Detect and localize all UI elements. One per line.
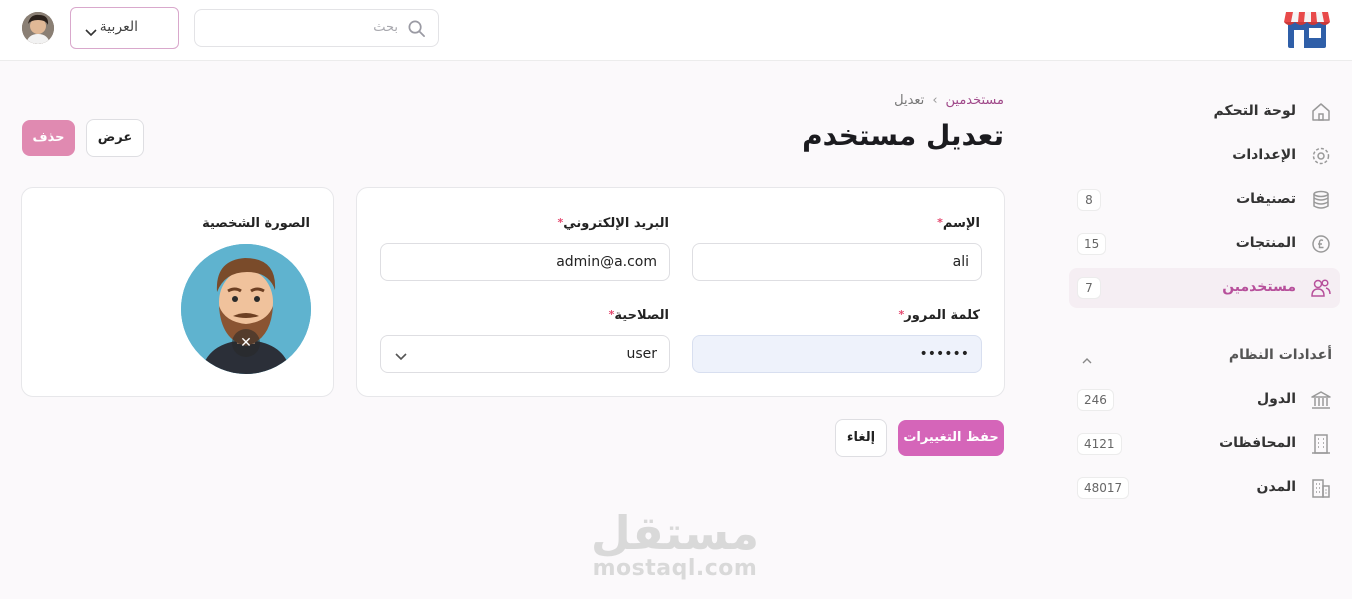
home-icon bbox=[1310, 101, 1332, 123]
sidebar-item-users[interactable]: مستخدمين 7 bbox=[1069, 268, 1340, 308]
sidebar-item-cities[interactable]: المدن 48017 bbox=[1069, 468, 1340, 508]
sidebar-item-label: الدول bbox=[1257, 391, 1296, 407]
sidebar-item-dashboard[interactable]: لوحة التحكم bbox=[1069, 92, 1340, 132]
page-title: تعديل مستخدم bbox=[802, 119, 1004, 152]
gear-icon bbox=[1310, 145, 1332, 167]
name-field[interactable]: ali bbox=[692, 243, 982, 281]
sidebar-item-label: الإعدادات bbox=[1232, 147, 1296, 163]
view-button[interactable]: عرض bbox=[86, 119, 144, 157]
name-label: الإسم* bbox=[937, 216, 980, 231]
sidebar-item-settings[interactable]: الإعدادات bbox=[1069, 136, 1340, 176]
sidebar-item-countries[interactable]: الدول 246 bbox=[1069, 380, 1340, 420]
chevron-up-icon[interactable] bbox=[1081, 351, 1093, 364]
chevron-left-icon: › bbox=[932, 93, 938, 108]
watermark-latin: mostaql.com bbox=[592, 556, 758, 581]
count-badge: 246 bbox=[1077, 389, 1114, 411]
name-value: ali bbox=[952, 254, 969, 270]
cancel-button[interactable]: إلغاء bbox=[835, 419, 887, 457]
search-placeholder: بحث bbox=[373, 20, 398, 35]
top-bar: بحث العربية bbox=[0, 0, 1352, 61]
sidebar-item-label: مستخدمين bbox=[1222, 279, 1296, 295]
password-value: •••••• bbox=[919, 346, 969, 362]
sidebar-item-label: المنتجات bbox=[1235, 235, 1296, 251]
sidebar-item-governorates[interactable]: المحافظات 4121 bbox=[1069, 424, 1340, 464]
chevron-down-icon bbox=[85, 23, 97, 37]
search-input[interactable]: بحث bbox=[194, 9, 439, 47]
profile-photo-label: الصورة الشخصية bbox=[202, 216, 310, 231]
language-label: العربية bbox=[99, 19, 138, 35]
breadcrumb-current: تعديل bbox=[894, 93, 925, 108]
count-badge: 8 bbox=[1077, 189, 1101, 211]
search-icon bbox=[407, 19, 426, 38]
role-label: الصلاحية* bbox=[608, 308, 669, 323]
language-select[interactable]: العربية bbox=[70, 7, 179, 49]
sidebar-item-label: المحافظات bbox=[1219, 435, 1296, 451]
bank-icon bbox=[1310, 389, 1332, 411]
email-label: البريد الإلكتروني* bbox=[557, 216, 670, 231]
remove-photo-button[interactable]: ✕ bbox=[232, 329, 260, 357]
watermark: مستقل mostaql.com bbox=[560, 508, 790, 580]
users-icon bbox=[1310, 277, 1332, 299]
count-badge: 7 bbox=[1077, 277, 1101, 299]
delete-button[interactable]: حذف bbox=[22, 120, 75, 156]
buildings-icon bbox=[1310, 477, 1332, 499]
password-field[interactable]: •••••• bbox=[692, 335, 982, 373]
password-label: كلمة المرور* bbox=[898, 308, 980, 323]
sidebar-item-products[interactable]: المنتجات 15 bbox=[1069, 224, 1340, 264]
email-field[interactable]: admin@a.com bbox=[380, 243, 670, 281]
role-select[interactable]: user bbox=[380, 335, 670, 373]
count-badge: 15 bbox=[1077, 233, 1107, 255]
database-icon bbox=[1310, 189, 1332, 211]
breadcrumb: مستخدمين › تعديل bbox=[860, 93, 1004, 113]
save-changes-button[interactable]: حفظ التغييرات bbox=[898, 420, 1004, 456]
email-value: admin@a.com bbox=[556, 254, 657, 270]
sidebar-item-label: تصنيفات bbox=[1236, 191, 1296, 207]
building-icon bbox=[1310, 433, 1332, 455]
profile-photo-card: الصورة الشخصية ✕ bbox=[21, 187, 334, 397]
sidebar-item-label: المدن bbox=[1256, 479, 1296, 495]
user-form-card: الإسم* ali البريد الإلكتروني* admin@a.co… bbox=[356, 187, 1005, 397]
currency-icon bbox=[1310, 233, 1332, 255]
chevron-down-icon bbox=[395, 350, 407, 361]
role-value: user bbox=[626, 346, 657, 362]
sidebar-item-label: لوحة التحكم bbox=[1213, 103, 1296, 119]
count-badge: 4121 bbox=[1077, 433, 1122, 455]
count-badge: 48017 bbox=[1077, 477, 1130, 499]
breadcrumb-parent-link[interactable]: مستخدمين bbox=[946, 93, 1004, 108]
sidebar-group-system-settings[interactable]: أعدادات النظام bbox=[1069, 346, 1340, 368]
sidebar-item-categories[interactable]: تصنيفات 8 bbox=[1069, 180, 1340, 220]
sidebar-group-label: أعدادات النظام bbox=[1228, 347, 1332, 363]
watermark-arabic: مستقل bbox=[590, 506, 760, 560]
store-logo-icon[interactable] bbox=[1283, 8, 1331, 50]
user-avatar[interactable] bbox=[22, 12, 54, 44]
